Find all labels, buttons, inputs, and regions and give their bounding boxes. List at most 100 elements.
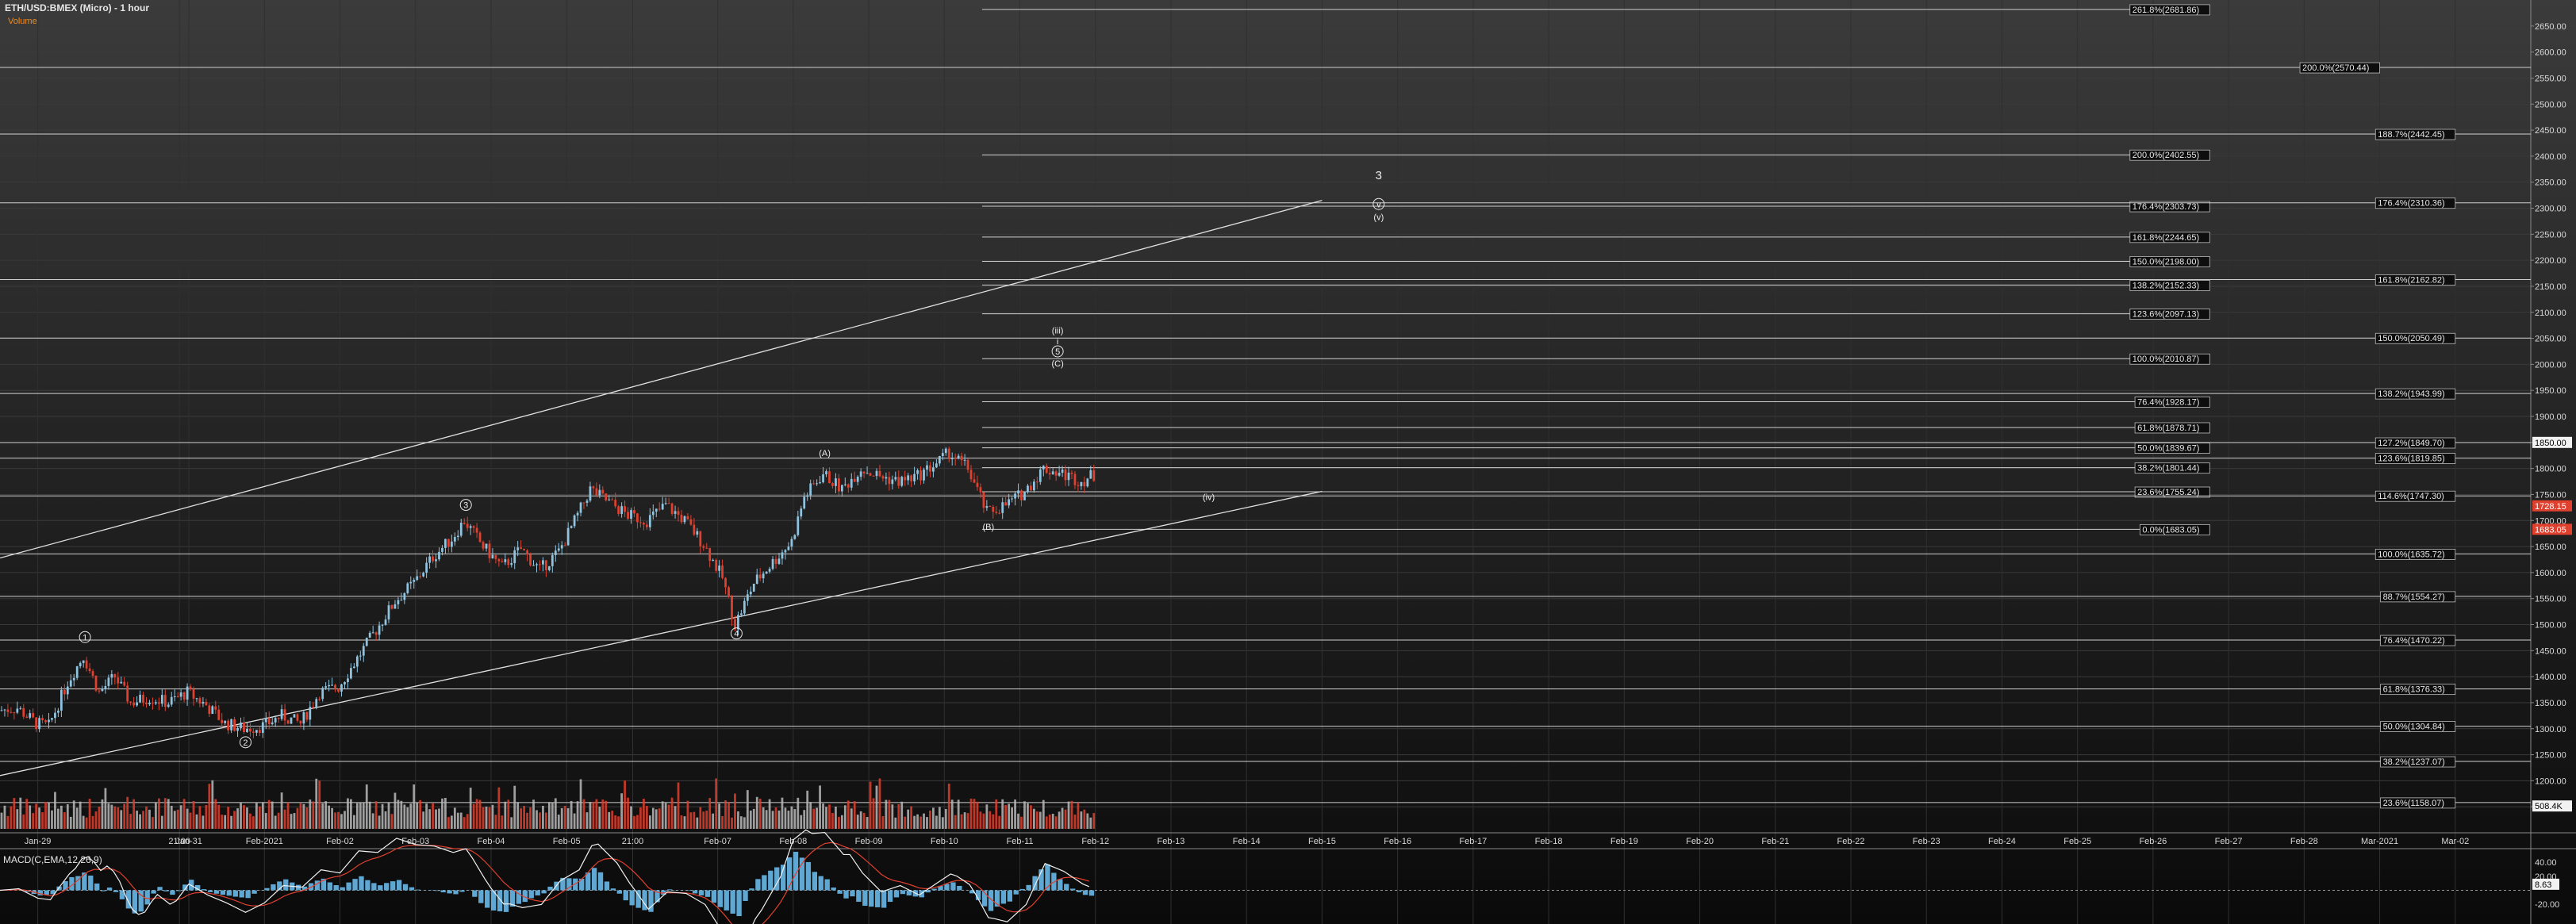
- volume-bar: [570, 800, 573, 829]
- volume-bar: [888, 799, 891, 829]
- volume-bar: [812, 808, 816, 829]
- volume-bar: [897, 803, 900, 829]
- fib-level-label: 123.6%(1819.85): [2378, 454, 2444, 464]
- fib-level-label: 23.6%(1158.07): [2383, 799, 2444, 808]
- candle-body: [485, 543, 488, 549]
- macd-histogram-bar: [824, 879, 830, 891]
- candle-body: [422, 573, 425, 577]
- candle-body: [1077, 485, 1080, 486]
- candle-body: [318, 699, 321, 700]
- volume-bar: [831, 813, 834, 829]
- candle-body: [416, 576, 419, 581]
- macd-histogram-bar: [447, 890, 452, 894]
- macd-signal-line: [0, 842, 1089, 924]
- macd-histogram-bar: [352, 879, 358, 891]
- y-tick-label: 2300.00: [2535, 205, 2566, 214]
- candle-body: [233, 719, 236, 731]
- volume-bar: [1089, 817, 1092, 829]
- candle-body: [699, 531, 702, 546]
- candle-body: [758, 574, 762, 579]
- candle-body: [869, 473, 872, 476]
- candle-body: [466, 523, 469, 528]
- candle-body: [507, 559, 510, 566]
- macd-histogram-bar: [692, 890, 698, 894]
- chart-canvas[interactable]: 261.8%(2681.86) 200.0%(2570.44) 188.7%(244…: [0, 0, 2576, 924]
- candle-body: [208, 705, 211, 715]
- volume-bar: [113, 806, 117, 829]
- volume-bar: [459, 812, 463, 829]
- candle-body: [54, 712, 56, 719]
- candle-body: [661, 504, 664, 510]
- y-tick-label: 1650.00: [2535, 543, 2566, 552]
- candle-body: [840, 485, 843, 492]
- candle-body: [765, 571, 768, 574]
- volume-bar: [781, 797, 784, 829]
- volume-bar: [126, 796, 129, 829]
- volume-bar: [693, 811, 696, 829]
- volume-bar: [624, 780, 626, 829]
- candle-body: [277, 718, 280, 719]
- candle-body: [897, 477, 900, 486]
- candle-body: [271, 722, 274, 725]
- macd-histogram-bar: [704, 890, 711, 897]
- y-tick-label: 1200.00: [2535, 776, 2566, 786]
- x-tick-label: Feb-18: [1535, 837, 1563, 846]
- candle-body: [715, 559, 718, 571]
- volume-bar: [545, 812, 547, 829]
- volume-bar: [334, 812, 336, 829]
- candle-body: [894, 477, 897, 480]
- candle-body: [705, 547, 708, 549]
- volume-bar: [677, 782, 680, 829]
- y-tick-label: 1400.00: [2535, 673, 2566, 682]
- fib-level-label: 200.0%(2570.44): [2302, 63, 2369, 73]
- volume-bar: [885, 799, 888, 829]
- candle-body: [230, 719, 233, 730]
- volume-bar: [359, 802, 362, 829]
- volume-bar: [985, 804, 989, 829]
- volume-bar: [777, 810, 781, 829]
- candle-body: [957, 455, 960, 459]
- candle-body: [189, 686, 192, 689]
- x-tick-label: Feb-25: [2063, 837, 2091, 846]
- candle-body: [696, 531, 699, 535]
- candle-body: [397, 600, 400, 604]
- candle-body: [1086, 478, 1089, 487]
- volume-bar: [501, 815, 504, 829]
- volume-bar: [731, 817, 733, 829]
- macd-histogram-bar: [170, 890, 175, 895]
- candle-body: [781, 552, 784, 559]
- volume-bar: [790, 806, 793, 829]
- candle-body: [859, 471, 862, 477]
- volume-bar: [771, 811, 774, 829]
- volume-bar: [809, 802, 812, 829]
- candle-body: [582, 502, 585, 504]
- macd-histogram-bar: [717, 890, 723, 907]
- volume-bar: [529, 807, 532, 829]
- candle-body: [148, 703, 151, 704]
- candle-body: [324, 686, 328, 688]
- candle-body: [885, 477, 888, 479]
- candle-body: [75, 666, 79, 678]
- volume-bar: [894, 817, 897, 829]
- candle-body: [520, 547, 523, 550]
- volume-bar: [189, 812, 192, 829]
- volume-bar: [129, 814, 132, 829]
- candle-body: [743, 600, 746, 614]
- macd-histogram-bar: [239, 890, 244, 898]
- candle-body: [573, 515, 576, 527]
- volume-bar: [51, 810, 53, 829]
- candle-body: [513, 550, 516, 563]
- candle-body: [771, 558, 774, 569]
- candle-body: [252, 731, 255, 733]
- volume-bar: [491, 804, 494, 829]
- candle-body: [25, 716, 29, 718]
- x-tick-label: Feb-22: [1837, 837, 1865, 846]
- candle-body: [167, 704, 170, 707]
- volume-bar: [803, 810, 806, 829]
- macd-histogram-bar: [667, 889, 673, 891]
- candle-body: [601, 489, 605, 494]
- candle-body: [435, 559, 437, 562]
- macd-line: [0, 829, 1090, 924]
- volume-bar: [904, 816, 907, 829]
- candle-body: [721, 566, 724, 578]
